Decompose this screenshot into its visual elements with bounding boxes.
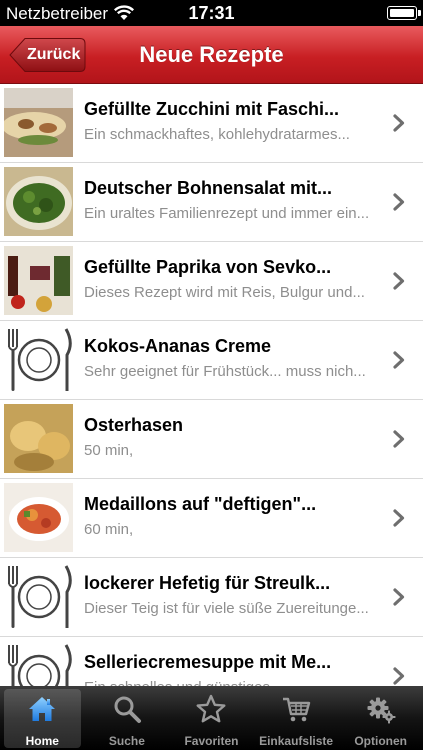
recipe-subtitle: 50 min, [84, 442, 134, 459]
recipe-row[interactable]: Medaillons auf "deftigen"... 60 min, [0, 479, 423, 558]
tab-search-label: Suche [108, 734, 145, 748]
recipe-row[interactable]: lockerer Hefetig für Streulk... Dieser Te… [0, 558, 423, 637]
tab-shopping-list-label: Einkaufsliste [259, 734, 334, 748]
chevron-right-icon [393, 272, 405, 290]
chevron-right-icon [393, 351, 405, 369]
chevron-right-icon [393, 114, 405, 132]
gear-icon [367, 697, 396, 724]
recipe-row[interactable]: Selleriecremesuppe mit Me... Ein schnelle… [0, 637, 423, 686]
tab-home-label: Home [25, 734, 59, 748]
recipe-row[interactable]: Kokos-Ananas Creme Sehr geeignet für Früh… [0, 321, 423, 400]
recipe-subtitle: Ein schmackhaftes, kohlehydratarmes... [84, 126, 350, 143]
recipe-row[interactable]: Gefüllte Zucchini mit Faschi... Ein schma… [0, 84, 423, 163]
recipe-row[interactable]: Gefüllte Paprika von Sevko... Dieses Reze… [0, 242, 423, 321]
recipe-subtitle: Sehr geeignet für Frühstück... muss nich… [84, 363, 366, 380]
home-icon [29, 697, 56, 721]
tab-favorites-label: Favoriten [184, 734, 239, 748]
search-icon [114, 696, 141, 723]
recipe-title: Kokos-Ananas Creme [84, 336, 272, 356]
recipe-subtitle: Ein schnelles und günstiges... [84, 679, 389, 686]
clock: 17:31 [188, 3, 235, 23]
chevron-right-icon [393, 193, 405, 211]
recipe-title: Medaillons auf "deftigen"... [84, 494, 317, 514]
cart-icon [283, 697, 311, 722]
tab-bar: Home Suche Favoriten Einkaufsliste Optio… [0, 686, 423, 750]
recipe-title: Selleriecremesuppe mit Me... [84, 652, 332, 672]
recipe-subtitle: 60 min, [84, 521, 134, 538]
recipe-subtitle: Ein uraltes Familienrezept und immer ein… [84, 205, 370, 222]
star-icon [196, 694, 226, 723]
tab-favorites[interactable]: Favoriten [169, 686, 254, 750]
recipe-thumbnail [4, 246, 73, 315]
recipe-title: Deutscher Bohnensalat mit... [84, 178, 333, 198]
recipe-thumbnail [4, 404, 73, 473]
recipe-title: lockerer Hefetig für Streulk... [84, 573, 331, 593]
recipe-row[interactable]: Deutscher Bohnensalat mit... Ein uraltes … [0, 163, 423, 242]
recipe-subtitle: Dieser Teig ist für viele süße Zuereitun… [84, 600, 369, 617]
recipe-subtitle: Dieses Rezept wird mit Reis, Bulgur und.… [84, 284, 365, 301]
recipe-title: Gefüllte Zucchini mit Faschi... [84, 99, 340, 119]
recipe-thumbnail [4, 562, 73, 631]
back-button[interactable]: Zurück [9, 37, 86, 73]
recipe-thumbnail [4, 325, 73, 394]
recipe-title: Gefüllte Paprika von Sevko... [84, 257, 332, 277]
recipe-thumbnail [4, 483, 73, 552]
chevron-right-icon [393, 430, 405, 448]
tab-search[interactable]: Suche [85, 686, 170, 750]
recipe-thumbnail [4, 167, 73, 236]
recipe-thumbnail [4, 641, 73, 686]
recipe-list[interactable]: Gefüllte Zucchini mit Faschi... Ein schma… [0, 84, 423, 686]
chevron-right-icon [393, 509, 405, 527]
tab-home[interactable]: Home [0, 686, 85, 750]
recipe-title: Osterhasen [84, 415, 184, 435]
tab-options-label: Optionen [354, 734, 408, 748]
status-bar: Netzbetreiber 17:31 [0, 0, 423, 26]
recipe-row[interactable]: Osterhasen 50 min, [0, 400, 423, 479]
tab-shopping-list[interactable]: Einkaufsliste [254, 686, 339, 750]
chevron-right-icon [393, 588, 405, 606]
chevron-right-icon [393, 667, 405, 685]
navigation-bar: Neue Rezepte Zurück [0, 26, 423, 84]
recipe-thumbnail [4, 88, 73, 157]
back-button-label: Zurück [27, 46, 81, 63]
tab-options[interactable]: Optionen [338, 686, 423, 750]
battery-icon [387, 6, 421, 20]
